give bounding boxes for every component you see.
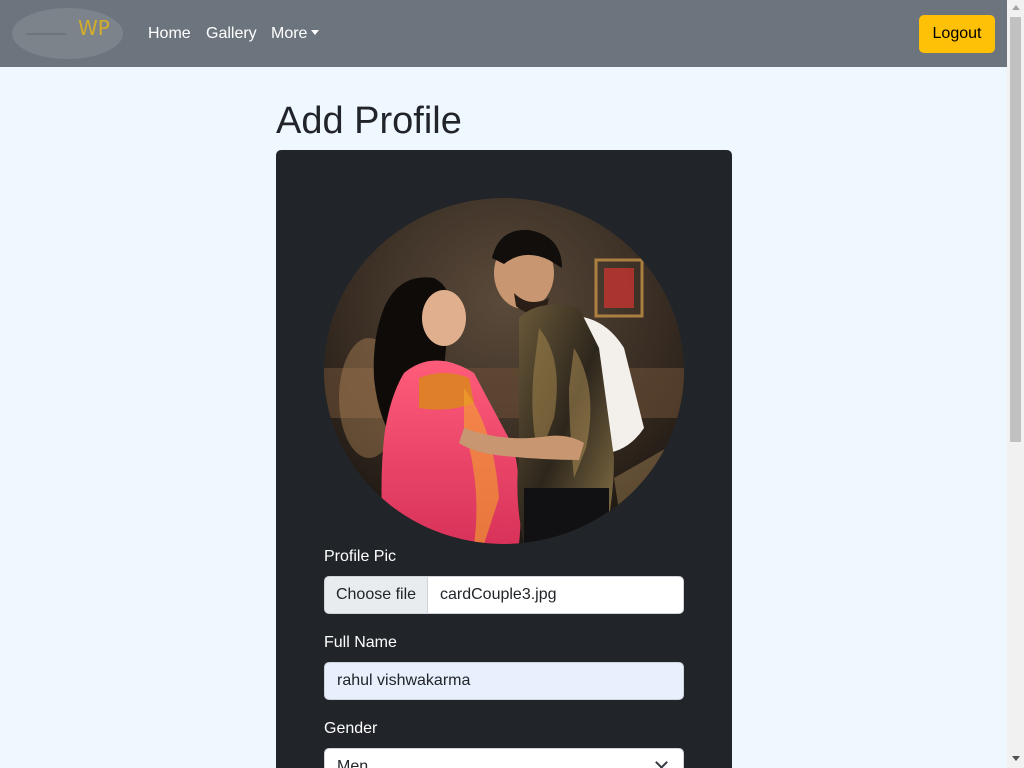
profile-pic-label: Profile Pic: [324, 548, 397, 565]
profile-form-card: Profile Pic Choose file cardCouple3.jpg …: [276, 150, 732, 768]
full-name-input[interactable]: [324, 662, 684, 700]
scrollbar-thumb[interactable]: [1010, 17, 1021, 442]
caret-down-icon: [311, 30, 320, 35]
nav-dropdown-more[interactable]: More: [271, 24, 320, 44]
brand-mark: [26, 33, 66, 35]
gender-select[interactable]: Men: [324, 748, 684, 768]
choose-file-button[interactable]: Choose file: [325, 577, 428, 613]
scroll-up-arrow-icon[interactable]: [1012, 5, 1020, 10]
selected-file-name: cardCouple3.jpg: [440, 586, 557, 603]
logout-button[interactable]: Logout: [919, 15, 995, 53]
navbar: WP Home Gallery More Logout: [0, 0, 1007, 67]
nav-link-gallery[interactable]: Gallery: [206, 24, 257, 44]
gender-selected-value: Men: [337, 758, 369, 768]
chevron-down-icon: [655, 756, 668, 768]
scroll-down-arrow-icon[interactable]: [1012, 756, 1020, 761]
brand-text: WP: [78, 16, 110, 40]
nav-link-home[interactable]: Home: [148, 24, 191, 44]
page-scrollbar[interactable]: [1007, 0, 1024, 768]
profile-picture-preview: [324, 198, 684, 544]
profile-pic-file-input[interactable]: Choose file cardCouple3.jpg: [324, 576, 684, 614]
brand-logo[interactable]: WP: [12, 8, 123, 59]
gender-label: Gender: [324, 720, 378, 737]
page-title: Add Profile: [276, 100, 462, 142]
nav-dropdown-more-label: More: [271, 25, 308, 42]
full-name-label: Full Name: [324, 634, 397, 651]
couple-photo-image: [324, 198, 684, 544]
